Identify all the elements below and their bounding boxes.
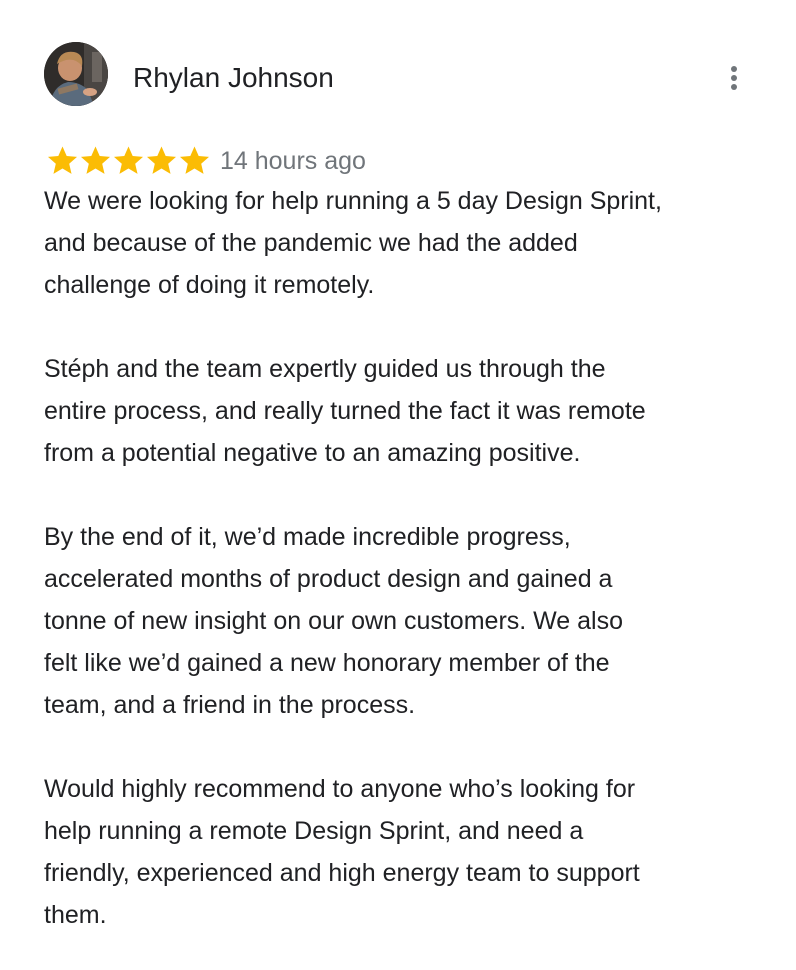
- author-avatar[interactable]: [44, 42, 108, 106]
- review-paragraph: Stéph and the team expertly guided us th…: [44, 355, 646, 467]
- review-timestamp: 14 hours ago: [220, 147, 366, 175]
- star-icon: [146, 145, 177, 174]
- more-options-button[interactable]: [718, 60, 750, 96]
- user-photo-avatar-icon: [44, 42, 108, 106]
- review-paragraph: Would highly recommend to anyone who’s l…: [44, 775, 640, 929]
- star-icon: [179, 145, 210, 174]
- review-card: Rhylan Johnson 14 hours ago We were look…: [0, 0, 796, 970]
- rating-row: 14 hours ago: [46, 140, 366, 180]
- star-rating: [46, 144, 211, 177]
- star-icon: [80, 145, 111, 174]
- review-body: We were looking for help running a 5 day…: [44, 180, 784, 936]
- star-icon: [113, 145, 144, 174]
- star-icon: [47, 145, 78, 174]
- review-paragraph: We were looking for help running a 5 day…: [44, 187, 662, 299]
- author-name[interactable]: Rhylan Johnson: [133, 60, 334, 96]
- review-paragraph: By the end of it, we’d made incredible p…: [44, 523, 624, 719]
